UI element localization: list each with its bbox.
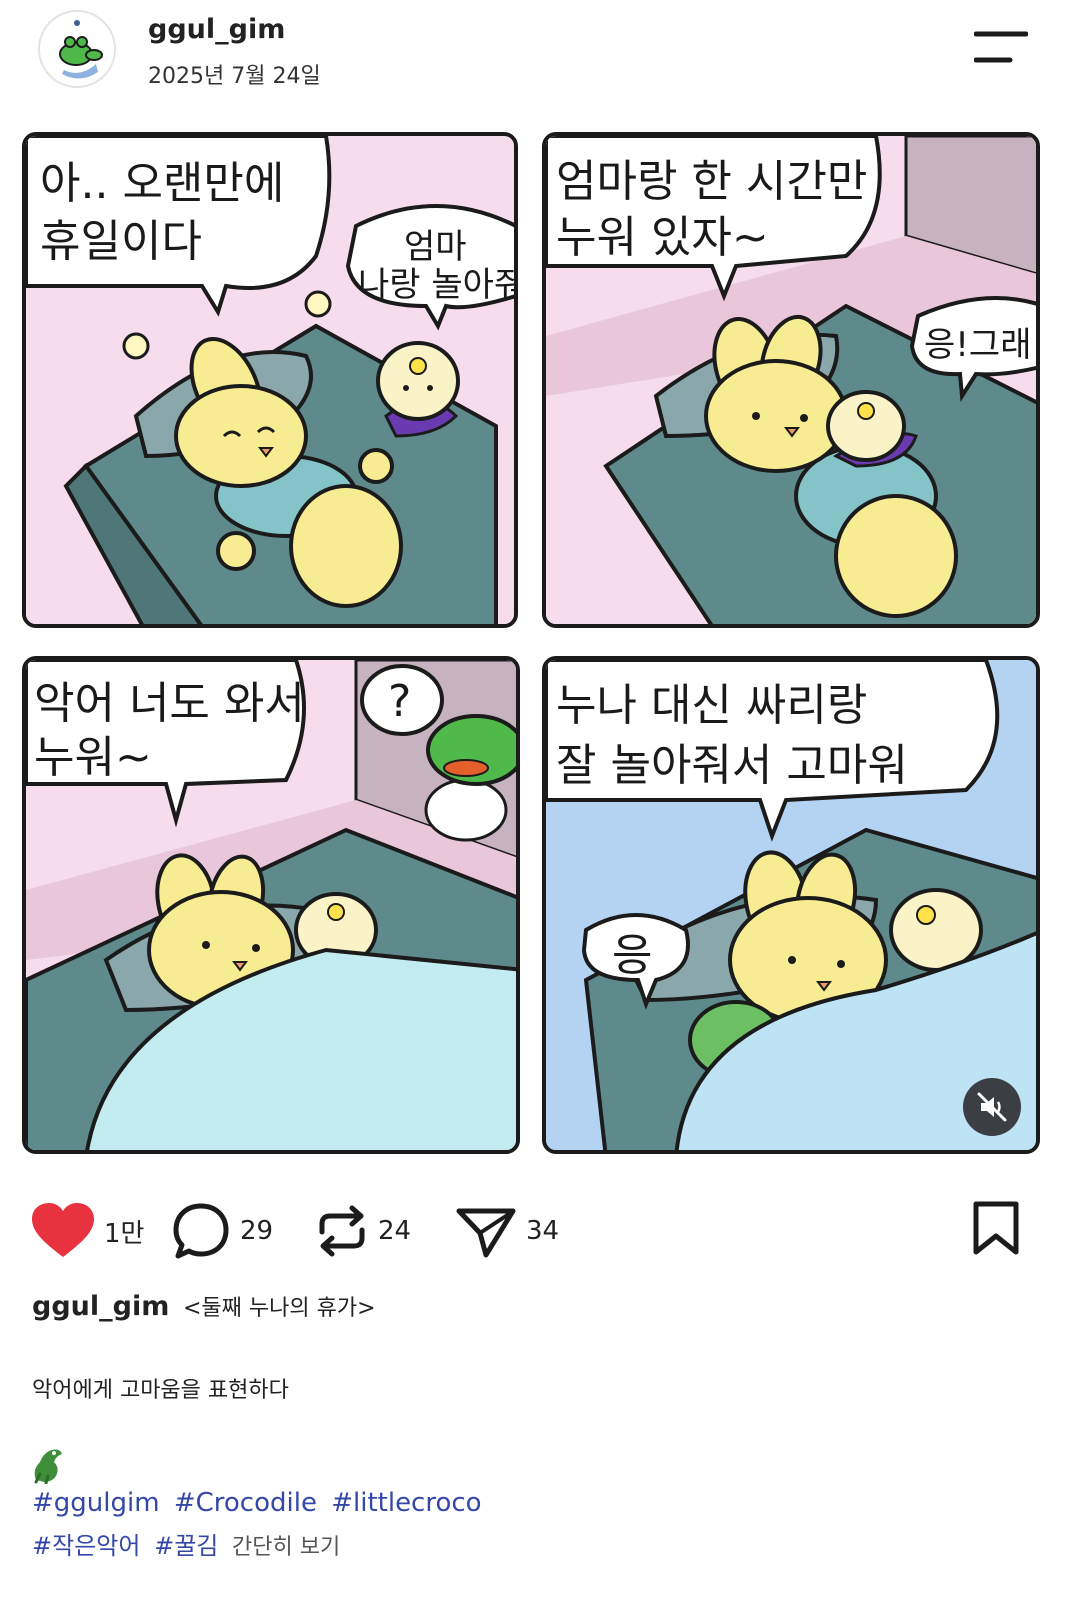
like-button[interactable]: 1만: [32, 1196, 144, 1266]
panel3-bubble2-line1: ?: [388, 676, 411, 727]
caption-header: ggul_gim <둘째 누나의 휴가>: [32, 1290, 376, 1322]
mute-button[interactable]: [963, 1078, 1021, 1136]
panel2-bubble2-line1: 응!그래: [924, 325, 1031, 365]
share-count: 34: [526, 1216, 560, 1246]
caption-title: <둘째 누나의 휴가>: [183, 1296, 376, 1321]
panel1-bubble2-line1: 엄마: [404, 227, 467, 267]
like-count: 1만: [104, 1218, 145, 1249]
panel4-bubble1-line2: 잘 놀아줘서 고마워: [556, 740, 908, 791]
panel4-bubble2-line1: 응: [612, 930, 652, 981]
panel1-bubble1-line2: 휴일이다: [40, 216, 202, 267]
post-date: 2025년 7월 24일: [148, 64, 321, 89]
comment-button[interactable]: 29: [172, 1196, 273, 1266]
comic-panel-2: 엄마랑 한 시간만 누워 있자~ 응!그래: [542, 132, 1040, 628]
repost-icon: [319, 1205, 365, 1257]
hashtag-littlecroco[interactable]: #littlecroco: [331, 1488, 481, 1518]
caption-body: 악어에게 고마움을 표현하다: [32, 1378, 289, 1403]
action-bar: 1만 29 24 34: [0, 1196, 1080, 1266]
hashtags-line-1: #ggulgim #Crocodile #littlecroco: [32, 1488, 488, 1518]
menu-icon[interactable]: [974, 30, 1028, 64]
bookmark-icon[interactable]: [970, 1200, 1022, 1256]
post-username[interactable]: ggul_gim: [148, 14, 285, 45]
comment-count: 29: [240, 1216, 274, 1246]
hashtag-crocodile[interactable]: #Crocodile: [174, 1488, 317, 1518]
panel4-bubble1-line1: 누나 대신 싸리랑: [556, 680, 867, 731]
repost-count: 24: [378, 1216, 412, 1246]
hashtag-ggulgim-kr[interactable]: #꿀김: [154, 1532, 218, 1560]
caption-username[interactable]: ggul_gim: [32, 1291, 169, 1322]
repost-button[interactable]: 24: [316, 1196, 411, 1266]
panel3-bubble1-line1: 악어 너도 와서: [34, 678, 305, 729]
crocodile-emoji-icon: [34, 1449, 62, 1484]
post-header: ggul_gim 2025년 7월 24일: [0, 0, 1080, 120]
panel1-bubble1-line1: 아.. 오랜만에: [40, 158, 284, 209]
hashtag-small-croc[interactable]: #작은악어: [32, 1532, 140, 1560]
comic-image[interactable]: 아.. 오랜만에 휴일이다 엄마 나랑 놀아줘 엄마랑 한 시간만 누워 있자~…: [20, 128, 1040, 1164]
share-button[interactable]: 34: [456, 1196, 559, 1266]
comment-icon: [173, 1203, 229, 1259]
send-icon: [456, 1208, 516, 1258]
crocodile-avatar-icon: [42, 14, 114, 86]
panel2-bubble1-line2: 누워 있자~: [556, 212, 769, 263]
comic-panel-3: 악어 너도 와서 누워~ ?: [22, 656, 520, 1154]
heart-icon: [32, 1203, 94, 1257]
panel3-bubble1-line2: 누워~: [34, 732, 152, 783]
avatar[interactable]: [38, 10, 116, 88]
panel2-bubble1-line1: 엄마랑 한 시간만: [556, 156, 867, 207]
mute-icon: [977, 1092, 1007, 1122]
show-less-link[interactable]: 간단히 보기: [232, 1535, 340, 1560]
hashtags-line-2: #작은악어 #꿀김 간단히 보기: [32, 1526, 340, 1561]
hashtag-ggulgim[interactable]: #ggulgim: [32, 1488, 160, 1518]
panel1-bubble2-line2: 나랑 놀아줘: [358, 265, 518, 305]
comic-panel-1: 아.. 오랜만에 휴일이다 엄마 나랑 놀아줘: [22, 132, 518, 628]
